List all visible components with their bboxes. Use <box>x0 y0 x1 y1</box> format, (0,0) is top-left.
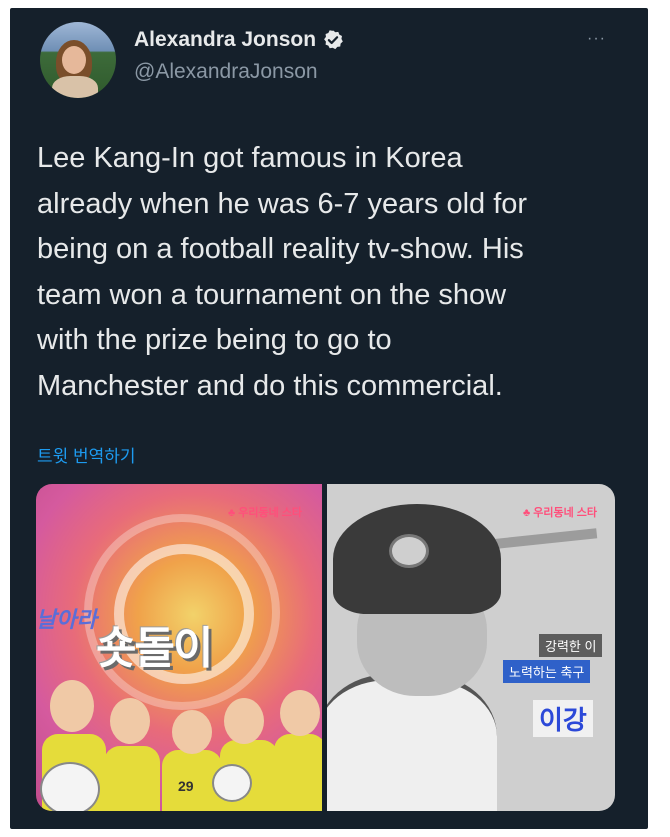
boy-hat <box>333 504 501 614</box>
broadcast-logo: ♣ 우리동네 스타 <box>523 507 598 519</box>
hat-badge <box>389 534 429 568</box>
more-options-icon[interactable]: ··· <box>587 30 606 48</box>
avatar-body <box>52 76 98 98</box>
user-handle[interactable]: @AlexandraJonson <box>134 60 318 84</box>
display-name[interactable]: Alexandra Jonson <box>134 28 316 52</box>
avatar[interactable] <box>40 22 116 98</box>
kid-face <box>110 698 150 744</box>
soccer-ball <box>40 762 100 811</box>
kid-face <box>280 690 320 736</box>
kid-face <box>50 680 94 732</box>
kid-jersey <box>274 734 322 811</box>
tweet-card: Alexandra Jonson @AlexandraJonson ··· Le… <box>10 8 648 829</box>
verified-badge-icon <box>324 30 343 50</box>
kid-face <box>224 698 264 744</box>
author-name-row[interactable]: Alexandra Jonson <box>134 28 344 52</box>
translate-tweet-link[interactable]: 트윗 번역하기 <box>37 442 136 467</box>
subtitle-caption-name: 이강 <box>533 700 593 737</box>
broadcast-logo: ♣ 우리동네 스타 <box>228 507 303 519</box>
media-grid: ♣ 우리동네 스타 날아라 숏돌이 29 ♣ 우리동네 스타 강력한 이 노력하… <box>36 484 615 811</box>
background-goal-bar <box>486 528 598 550</box>
kid-jersey <box>104 746 160 811</box>
media-image-left[interactable]: ♣ 우리동네 스타 날아라 숏돌이 29 <box>36 484 322 811</box>
subtitle-caption-line2: 노력하는 축구 <box>503 660 591 683</box>
subtitle-caption-line1: 강력한 이 <box>539 634 603 657</box>
show-logo: 숏돌이 <box>96 624 213 673</box>
soccer-ball <box>212 764 252 802</box>
media-image-right[interactable]: ♣ 우리동네 스타 강력한 이 노력하는 축구 이강 <box>327 484 615 811</box>
jersey-number: 29 <box>178 778 194 794</box>
show-logo-prefix: 날아라 <box>36 607 97 632</box>
tweet-text: Lee Kang-In got famous in Korea already … <box>37 142 528 402</box>
avatar-face <box>62 46 86 74</box>
kid-face <box>172 710 212 754</box>
